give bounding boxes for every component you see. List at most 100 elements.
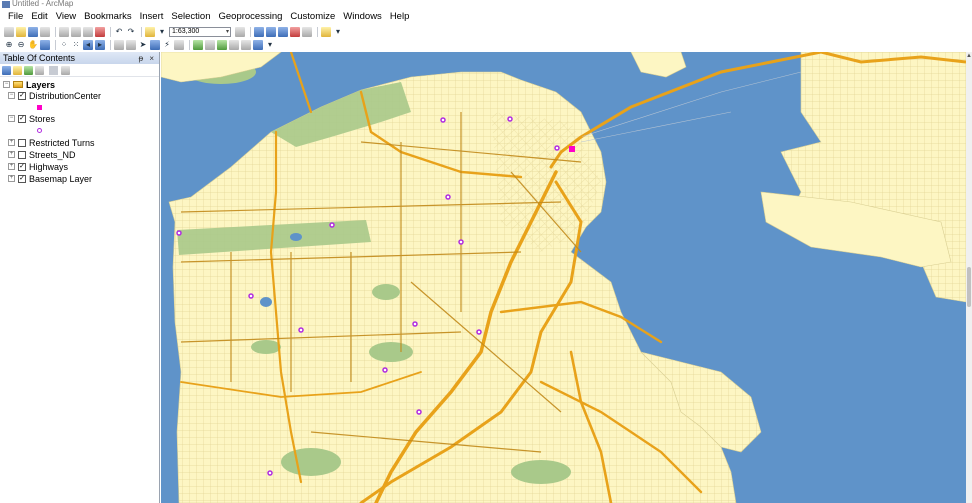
add-data-icon[interactable]	[145, 26, 155, 37]
store-marker[interactable]	[458, 239, 464, 245]
scrollbar-thumb[interactable]	[967, 267, 971, 307]
store-marker[interactable]	[329, 222, 335, 228]
html-popup-icon[interactable]	[174, 39, 184, 50]
toolbar-overflow-icon[interactable]: ▾	[265, 40, 275, 50]
menu-view[interactable]: View	[52, 10, 80, 24]
full-extent-icon[interactable]	[40, 39, 50, 50]
cut-icon[interactable]	[59, 26, 69, 37]
hyperlink-icon[interactable]: ⚡	[162, 40, 172, 50]
list-by-source-icon[interactable]	[13, 65, 22, 75]
menu-selection[interactable]: Selection	[167, 10, 214, 24]
redo-icon[interactable]: ↷	[126, 27, 136, 37]
collapse-toggle[interactable]: −	[8, 115, 15, 122]
select-features-icon[interactable]	[114, 39, 124, 50]
layer-row-distributioncenter[interactable]: − ✓ DistributionCenter	[8, 90, 101, 101]
store-marker[interactable]	[445, 194, 451, 200]
toc-options-icon[interactable]	[61, 65, 70, 75]
map-scale-input[interactable]: 1:63,300 ▾	[169, 26, 231, 37]
store-marker[interactable]	[267, 470, 273, 476]
layer-visibility-checkbox[interactable]: ✓	[18, 91, 26, 100]
store-marker[interactable]	[298, 327, 304, 333]
store-marker[interactable]	[440, 117, 446, 123]
layer-visibility-checkbox[interactable]	[18, 138, 26, 147]
copy-icon[interactable]	[71, 26, 81, 37]
expand-toggle[interactable]: +	[8, 151, 15, 158]
menu-bookmarks[interactable]: Bookmarks	[80, 10, 136, 24]
scroll-up-icon[interactable]: ▲	[966, 52, 972, 60]
layer-visibility-checkbox[interactable]: ✓	[18, 114, 26, 123]
open-folder-icon[interactable]	[16, 26, 26, 37]
store-marker[interactable]	[476, 329, 482, 335]
chevron-down-icon[interactable]: ▾	[226, 28, 229, 36]
zoom-out-icon[interactable]: ⊖	[16, 40, 26, 50]
tools-toolbar: ⊕ ⊖ ✋ ⁘ ⁙ ◂ ▸ ➤ ⚡ ▾	[0, 38, 972, 51]
add-data-dropdown-icon[interactable]: ▾	[157, 27, 167, 37]
new-document-icon[interactable]	[4, 26, 14, 37]
go-to-xy-icon[interactable]	[229, 39, 239, 50]
layer-row-stores[interactable]: − ✓ Stores	[8, 113, 55, 124]
toc-pin-close-buttons[interactable]: ᵽ ×	[139, 54, 156, 63]
fixed-zoom-out-icon[interactable]: ⁙	[71, 40, 81, 50]
map-display[interactable]	[161, 52, 966, 503]
editor-toolbar-icon[interactable]	[235, 26, 245, 37]
python-window-icon[interactable]	[302, 26, 312, 37]
store-marker[interactable]	[507, 116, 513, 122]
layer-visibility-checkbox[interactable]	[18, 150, 26, 159]
menu-file[interactable]: File	[4, 10, 27, 24]
clear-selection-icon[interactable]	[126, 39, 136, 50]
expand-toggle[interactable]: +	[8, 175, 15, 182]
menu-geoprocessing[interactable]: Geoprocessing	[214, 10, 286, 24]
time-slider-icon[interactable]	[241, 39, 251, 50]
toolbar-separator	[49, 65, 58, 75]
store-marker[interactable]	[554, 145, 560, 151]
store-marker[interactable]	[416, 409, 422, 415]
layers-dataframe-row[interactable]: − Layers	[3, 79, 55, 90]
store-marker[interactable]	[382, 367, 388, 373]
identify-icon[interactable]	[150, 39, 160, 50]
list-by-drawing-order-icon[interactable]	[2, 65, 11, 75]
fixed-zoom-in-icon[interactable]: ⁘	[59, 40, 69, 50]
back-extent-icon[interactable]: ◂	[83, 39, 93, 50]
list-by-selection-icon[interactable]	[35, 65, 44, 75]
list-by-visibility-icon[interactable]	[24, 65, 33, 75]
store-marker[interactable]	[176, 230, 182, 236]
save-icon[interactable]	[28, 26, 38, 37]
measure-icon[interactable]	[193, 39, 203, 50]
forward-extent-icon[interactable]: ▸	[95, 39, 105, 50]
modelbuilder-icon[interactable]	[321, 26, 331, 37]
menu-insert[interactable]: Insert	[136, 10, 168, 24]
pan-icon[interactable]: ✋	[28, 40, 38, 50]
arctoolbox-icon[interactable]	[290, 26, 300, 37]
paste-icon[interactable]	[83, 26, 93, 37]
menu-edit[interactable]: Edit	[27, 10, 51, 24]
layer-row-restricted-turns[interactable]: + Restricted Turns	[8, 137, 95, 148]
layer-row-highways[interactable]: + ✓ Highways	[8, 161, 68, 172]
map-vertical-scrollbar[interactable]: ▲	[966, 52, 972, 503]
store-marker[interactable]	[412, 321, 418, 327]
toolbar-overflow-icon[interactable]: ▾	[333, 27, 343, 37]
print-icon[interactable]	[40, 26, 50, 37]
distribution-center-marker[interactable]	[569, 146, 575, 152]
menu-customize[interactable]: Customize	[286, 10, 339, 24]
zoom-in-icon[interactable]: ⊕	[4, 40, 14, 50]
undo-icon[interactable]: ↶	[114, 27, 124, 37]
layer-visibility-checkbox[interactable]: ✓	[18, 162, 26, 171]
collapse-toggle[interactable]: −	[3, 81, 10, 88]
layer-row-basemap[interactable]: + ✓ Basemap Layer	[8, 173, 92, 184]
catalog-window-icon[interactable]	[266, 26, 276, 37]
find-route-icon[interactable]	[217, 39, 227, 50]
layer-row-streets-nd[interactable]: + Streets_ND	[8, 149, 76, 160]
select-elements-icon[interactable]: ➤	[138, 40, 148, 50]
store-marker[interactable]	[248, 293, 254, 299]
menu-help[interactable]: Help	[386, 10, 414, 24]
layer-visibility-checkbox[interactable]: ✓	[18, 174, 26, 183]
menu-windows[interactable]: Windows	[339, 10, 386, 24]
search-window-icon[interactable]	[278, 26, 288, 37]
expand-toggle[interactable]: +	[8, 139, 15, 146]
expand-toggle[interactable]: +	[8, 163, 15, 170]
collapse-toggle[interactable]: −	[8, 92, 15, 99]
create-viewer-window-icon[interactable]	[253, 39, 263, 50]
find-icon[interactable]	[205, 39, 215, 50]
table-of-contents-window-icon[interactable]	[254, 26, 264, 37]
delete-icon[interactable]	[95, 26, 105, 37]
